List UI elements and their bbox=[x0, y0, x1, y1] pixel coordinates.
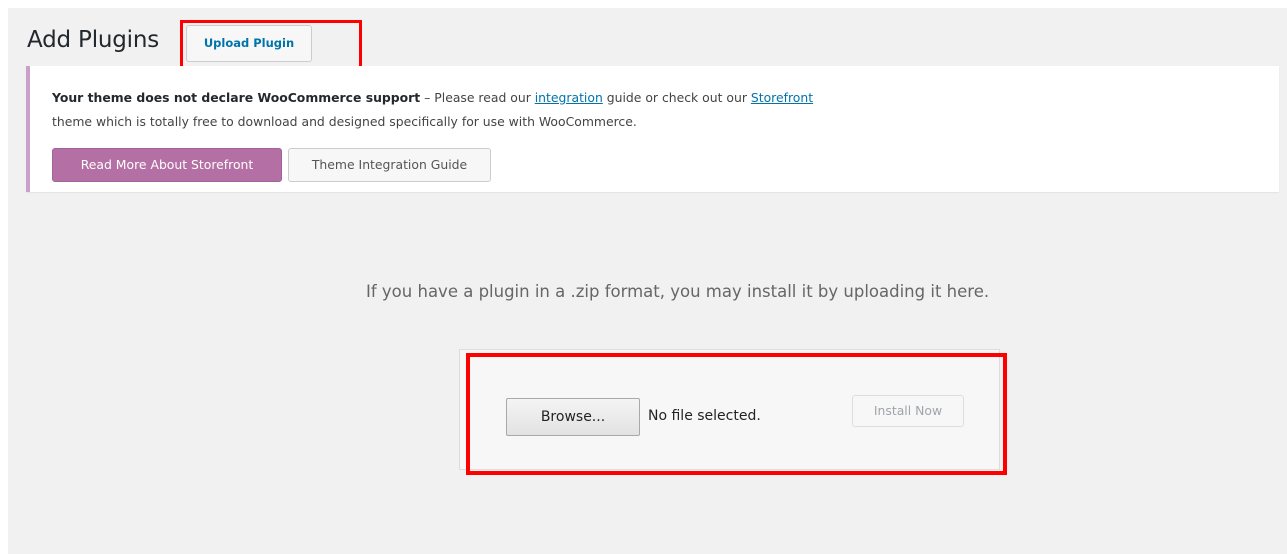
integration-link[interactable]: integration bbox=[535, 90, 603, 105]
notice-text-1: – Please read our bbox=[420, 90, 535, 105]
upload-help-text: If you have a plugin in a .zip format, y… bbox=[366, 282, 990, 301]
install-now-button[interactable]: Install Now bbox=[852, 395, 964, 427]
woocommerce-theme-notice: Your theme does not declare WooCommerce … bbox=[26, 66, 1279, 192]
read-more-storefront-button[interactable]: Read More About Storefront bbox=[52, 148, 282, 182]
page-title: Add Plugins bbox=[27, 27, 160, 53]
notice-line-1: Your theme does not declare WooCommerce … bbox=[52, 87, 813, 109]
theme-integration-guide-button[interactable]: Theme Integration Guide bbox=[288, 148, 491, 182]
browse-button[interactable]: Browse... bbox=[506, 398, 640, 436]
notice-text-2: guide or check out our bbox=[602, 90, 751, 105]
notice-bold-text: Your theme does not declare WooCommerce … bbox=[52, 90, 421, 105]
storefront-link[interactable]: Storefront bbox=[751, 90, 813, 105]
highlight-upload-plugin bbox=[180, 20, 362, 69]
notice-line-2: theme which is totally free to download … bbox=[52, 114, 637, 129]
file-status: No file selected. bbox=[648, 408, 761, 424]
